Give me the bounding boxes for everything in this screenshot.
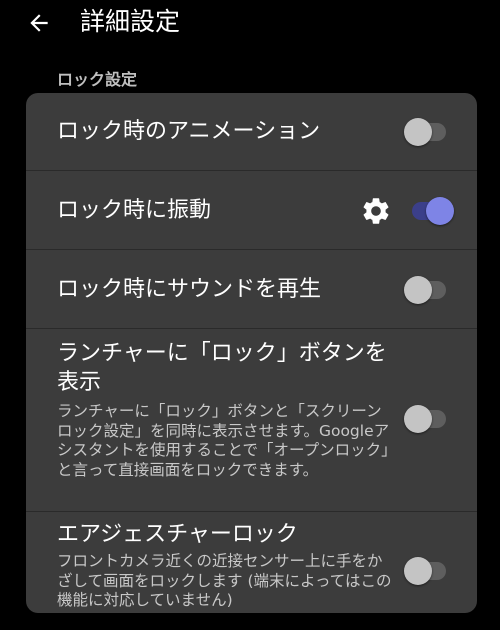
- air-gesture-lock-switch[interactable]: [404, 554, 450, 588]
- switch-thumb: [404, 276, 432, 304]
- section-header: ロック設定: [57, 70, 138, 89]
- setting-row-vibrate-on-lock[interactable]: ロック時に振動: [26, 171, 477, 250]
- sound-on-lock-switch[interactable]: [404, 273, 450, 307]
- setting-title: ロック時のアニメーション: [57, 119, 321, 144]
- setting-row-lock-animation[interactable]: ロック時のアニメーション: [26, 93, 477, 171]
- switch-thumb: [404, 557, 432, 585]
- setting-summary: フロントカメラ近くの近接センサー上に手をかざして画面をロックします (端末によっ…: [57, 552, 392, 609]
- setting-row-sound-on-lock[interactable]: ロック時にサウンドを再生: [26, 250, 477, 329]
- setting-title: ロック時に振動: [57, 198, 212, 223]
- vibrate-on-lock-switch[interactable]: [408, 194, 454, 228]
- setting-row-launcher-lock-button[interactable]: ランチャーに「ロック」ボタンを表示 ランチャーに「ロック」ボタンと「スクリーンロ…: [26, 329, 477, 512]
- switch-thumb: [426, 197, 454, 225]
- setting-row-air-gesture-lock[interactable]: エアジェスチャーロック フロントカメラ近くの近接センサー上に手をかざして画面をロ…: [26, 512, 477, 613]
- gear-icon: [363, 198, 389, 224]
- launcher-lock-button-switch[interactable]: [404, 402, 450, 436]
- setting-title: ロック時にサウンドを再生: [57, 277, 322, 302]
- switch-thumb: [404, 405, 432, 433]
- setting-summary: ランチャーに「ロック」ボタンと「スクリーンロック設定」を同時に表示させます。Go…: [57, 402, 397, 479]
- setting-title: ランチャーに「ロック」ボタンを表示: [57, 341, 387, 395]
- switch-thumb: [404, 118, 432, 146]
- back-button[interactable]: [22, 6, 56, 40]
- app-bar: 詳細設定: [0, 0, 500, 50]
- setting-title: エアジェスチャーロック: [57, 522, 298, 547]
- page-title: 詳細設定: [80, 7, 181, 36]
- vibration-settings-button[interactable]: [358, 193, 394, 229]
- arrow-left-icon: [30, 14, 48, 32]
- settings-card: ロック時のアニメーション ロック時に振動 ロック時にサウンドを再生 ランチャーに…: [26, 93, 477, 613]
- lock-animation-switch[interactable]: [404, 115, 450, 149]
